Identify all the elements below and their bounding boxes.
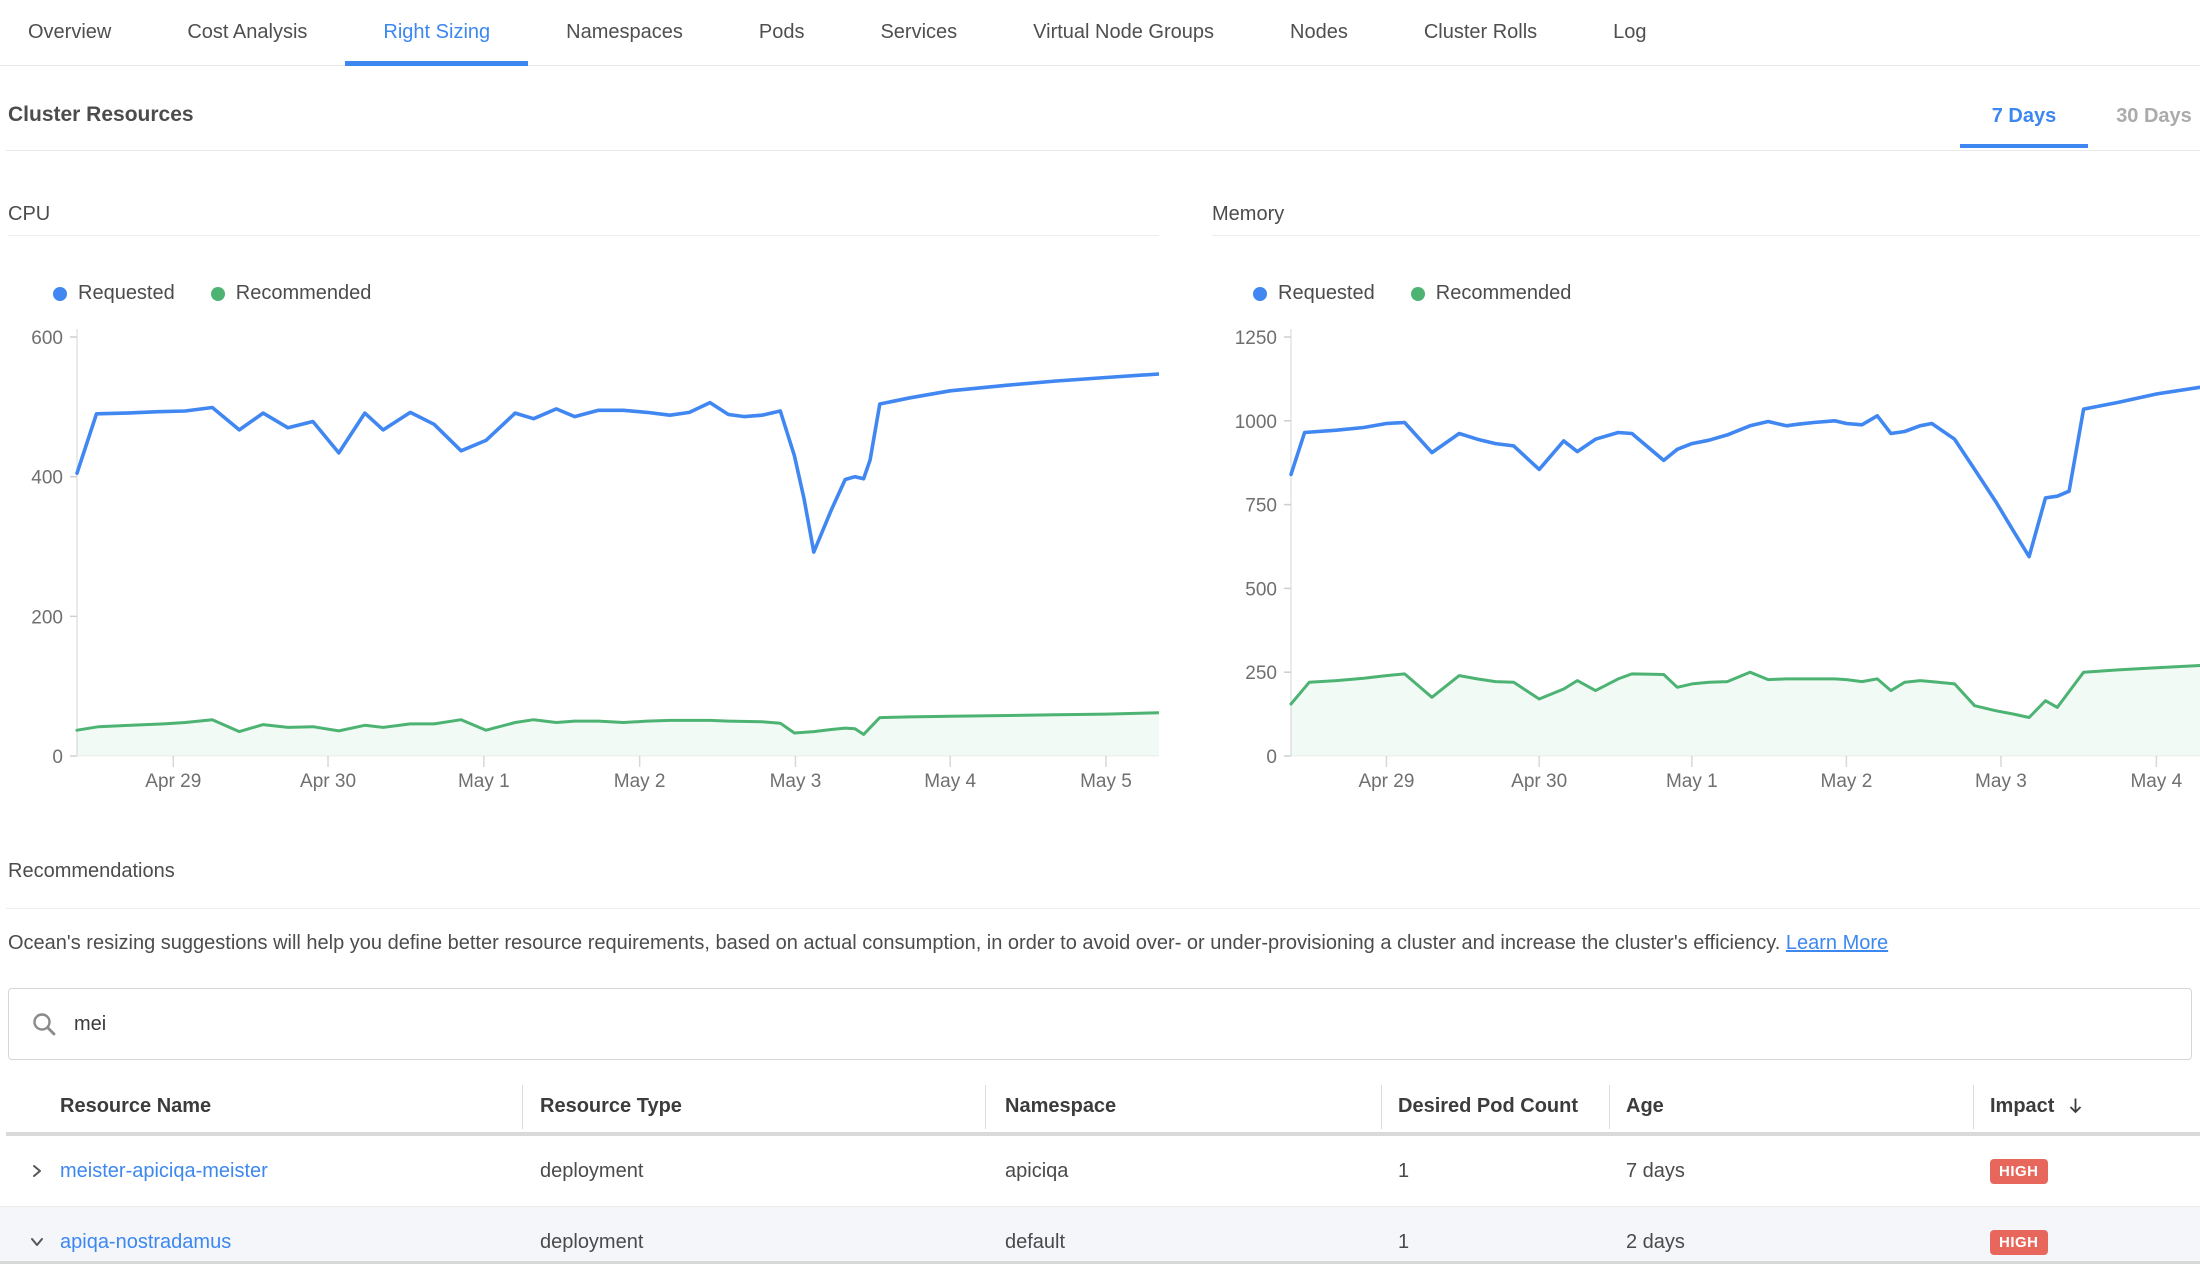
top-nav-tabs: Overview Cost Analysis Right Sizing Name… — [0, 0, 2200, 66]
column-divider — [522, 1085, 523, 1129]
tab-services[interactable]: Services — [880, 0, 957, 66]
column-header-age[interactable]: Age — [1609, 1080, 1973, 1132]
svg-text:May 5: May 5 — [1080, 771, 1132, 792]
range-toggle-30-days[interactable]: 30 Days — [2112, 105, 2196, 128]
recommendations-title: Recommendations — [8, 860, 175, 883]
svg-text:750: 750 — [1245, 496, 1277, 517]
cpu-legend-requested[interactable]: Requested — [53, 282, 175, 305]
resource-type-cell: deployment — [522, 1231, 985, 1254]
memory-legend-requested[interactable]: Requested — [1253, 282, 1375, 305]
svg-text:0: 0 — [1266, 747, 1277, 768]
memory-title-divider — [1212, 235, 2200, 236]
column-divider — [1609, 1085, 1610, 1129]
tab-cluster-rolls[interactable]: Cluster Rolls — [1424, 0, 1537, 66]
cpu-chart-section: CPU Requested Recommended 0 200 400 600 Apr … — [8, 196, 1159, 806]
desired-pod-count-cell: 1 — [1381, 1231, 1609, 1254]
recommendations-description-text: Ocean's resizing suggestions will help y… — [8, 932, 1780, 954]
column-header-impact[interactable]: Impact — [1973, 1080, 2200, 1132]
svg-text:600: 600 — [31, 328, 63, 349]
tab-namespaces[interactable]: Namespaces — [566, 0, 683, 66]
svg-text:May 3: May 3 — [770, 771, 822, 792]
column-divider — [985, 1085, 986, 1129]
namespace-cell: apiciqa — [985, 1160, 1381, 1183]
svg-text:May 2: May 2 — [614, 771, 666, 792]
search-box — [8, 988, 2192, 1060]
search-icon — [31, 1011, 58, 1038]
header-divider — [6, 150, 2200, 151]
svg-text:250: 250 — [1245, 663, 1277, 684]
svg-text:Apr 30: Apr 30 — [300, 771, 356, 792]
recommendations-description: Ocean's resizing suggestions will help y… — [8, 932, 1888, 955]
column-header-impact-label: Impact — [1990, 1080, 2054, 1132]
svg-text:May 4: May 4 — [2130, 771, 2182, 792]
requested-legend-dot-icon — [1253, 287, 1267, 301]
memory-line-chart: 0 250 500 750 1000 1250 Apr 29 Apr 30 May 1 May 2… — [1212, 320, 2200, 795]
recommended-legend-dot-icon — [1411, 287, 1425, 301]
page-title: Cluster Resources — [8, 103, 194, 127]
memory-chart-section: Memory Requested Recommended 0 250 500 750 1… — [1212, 196, 2200, 806]
chevron-down-icon[interactable] — [28, 1233, 46, 1251]
svg-text:500: 500 — [1245, 579, 1277, 600]
recommended-legend-dot-icon — [211, 287, 225, 301]
tab-overview[interactable]: Overview — [28, 0, 111, 66]
column-header-namespace[interactable]: Namespace — [985, 1080, 1381, 1132]
svg-text:200: 200 — [31, 607, 63, 628]
svg-text:May 1: May 1 — [1666, 771, 1718, 792]
age-cell: 7 days — [1609, 1160, 1973, 1183]
tab-pods[interactable]: Pods — [759, 0, 805, 66]
tab-nodes[interactable]: Nodes — [1290, 0, 1348, 66]
svg-text:0: 0 — [52, 747, 63, 768]
svg-text:400: 400 — [31, 468, 63, 489]
memory-legend-requested-label: Requested — [1278, 282, 1375, 305]
svg-text:May 1: May 1 — [458, 771, 510, 792]
svg-text:Apr 30: Apr 30 — [1511, 771, 1567, 792]
table-header: Resource Name Resource Type Namespace De… — [0, 1080, 2200, 1132]
requested-legend-dot-icon — [53, 287, 67, 301]
column-divider — [1973, 1085, 1974, 1129]
tab-right-sizing[interactable]: Right Sizing — [383, 0, 490, 66]
memory-chart-title: Memory — [1212, 203, 1284, 226]
column-header-resource-type[interactable]: Resource Type — [522, 1080, 985, 1132]
cpu-title-divider — [8, 235, 1159, 236]
cpu-line-chart: 0 200 400 600 Apr 29 Apr 30 May 1 May 2 May 3 May… — [8, 320, 1159, 795]
column-header-desired-pod-count[interactable]: Desired Pod Count — [1381, 1080, 1609, 1132]
tab-cost-analysis[interactable]: Cost Analysis — [187, 0, 307, 66]
tab-virtual-node-groups[interactable]: Virtual Node Groups — [1033, 0, 1214, 66]
namespace-cell: default — [985, 1231, 1381, 1254]
cpu-legend-recommended-label: Recommended — [236, 282, 372, 305]
cpu-legend-recommended[interactable]: Recommended — [211, 282, 372, 305]
impact-badge-high: HIGH — [1990, 1230, 2048, 1255]
learn-more-link[interactable]: Learn More — [1786, 932, 1888, 954]
age-cell: 2 days — [1609, 1231, 1973, 1254]
svg-text:Apr 29: Apr 29 — [1358, 771, 1414, 792]
sort-descending-icon[interactable] — [2066, 1096, 2085, 1116]
chevron-right-icon[interactable] — [28, 1162, 46, 1180]
svg-text:May 4: May 4 — [924, 771, 976, 792]
column-divider — [1381, 1085, 1382, 1129]
memory-legend-recommended[interactable]: Recommended — [1411, 282, 1572, 305]
memory-legend: Requested Recommended — [1253, 282, 1571, 305]
svg-text:May 2: May 2 — [1821, 771, 1873, 792]
tab-log[interactable]: Log — [1613, 0, 1646, 66]
recommendations-divider — [6, 908, 2200, 909]
cpu-legend: Requested Recommended — [53, 282, 371, 305]
column-header-resource-name[interactable]: Resource Name — [0, 1080, 522, 1132]
svg-text:May 3: May 3 — [1975, 771, 2027, 792]
resource-type-cell: deployment — [522, 1160, 985, 1183]
resource-name-link[interactable]: apiqa-nostradamus — [60, 1231, 231, 1254]
desired-pod-count-cell: 1 — [1381, 1160, 1609, 1183]
svg-text:Apr 29: Apr 29 — [145, 771, 201, 792]
table-row[interactable]: meister-apiciqa-meister deployment apici… — [0, 1136, 2200, 1206]
table-row[interactable]: apiqa-nostradamus deployment default 1 2… — [0, 1207, 2200, 1264]
right-sizing-page: Overview Cost Analysis Right Sizing Name… — [0, 0, 2200, 1264]
svg-text:1250: 1250 — [1235, 328, 1277, 349]
cpu-chart-title: CPU — [8, 203, 50, 226]
range-toggle-7-days[interactable]: 7 Days — [1960, 105, 2088, 148]
resource-name-link[interactable]: meister-apiciqa-meister — [60, 1160, 268, 1183]
memory-legend-recommended-label: Recommended — [1436, 282, 1572, 305]
impact-badge-high: HIGH — [1990, 1159, 2048, 1184]
search-input[interactable] — [74, 1013, 2191, 1036]
cpu-legend-requested-label: Requested — [78, 282, 175, 305]
svg-text:1000: 1000 — [1235, 412, 1277, 433]
